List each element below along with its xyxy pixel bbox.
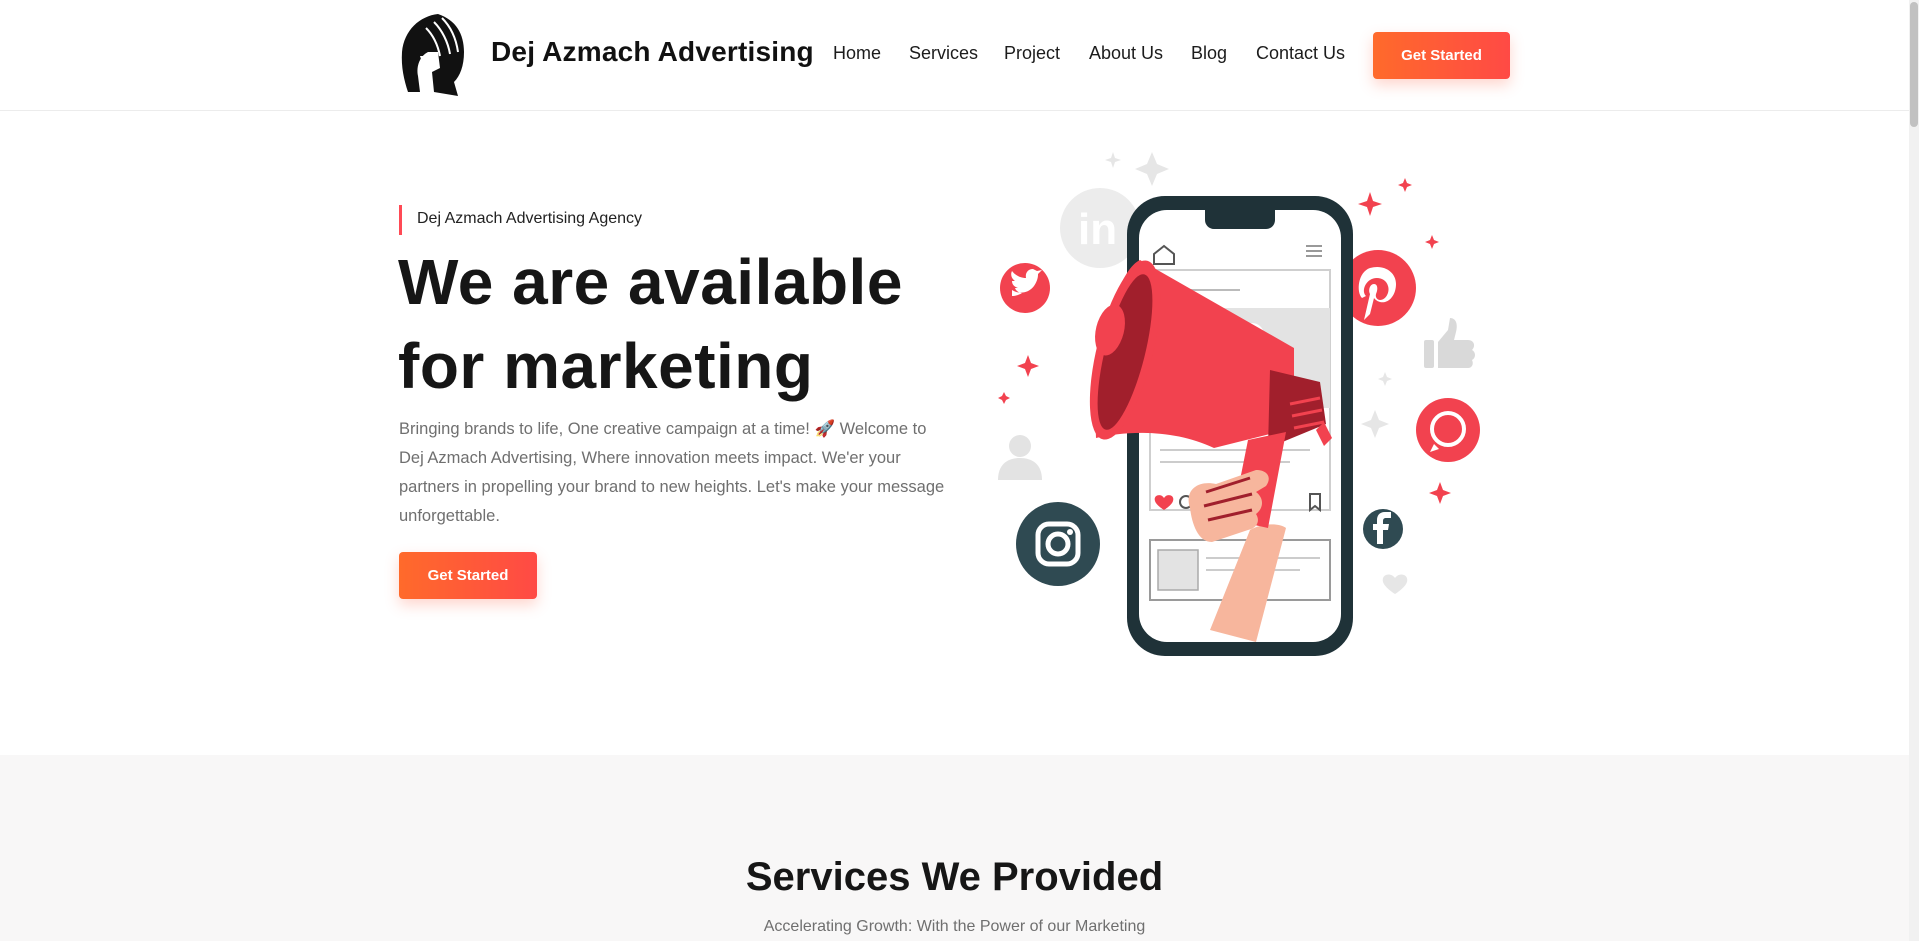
hero-get-started-button[interactable]: Get Started bbox=[399, 552, 537, 599]
heart-icon bbox=[1382, 574, 1408, 594]
sparkle-icon bbox=[998, 392, 1010, 404]
hero-description: Bringing brands to life, One creative ca… bbox=[399, 420, 945, 525]
thumbs-up-icon bbox=[1424, 318, 1475, 368]
scrollbar-thumb[interactable] bbox=[1910, 2, 1918, 127]
nav-home[interactable]: Home bbox=[833, 43, 881, 64]
sparkle-icon bbox=[1135, 152, 1169, 186]
site-header: Dej Azmach Advertising Home Services Pro… bbox=[0, 0, 1919, 111]
services-section: Services We Provided Accelerating Growth… bbox=[0, 755, 1909, 941]
whatsapp-icon bbox=[1416, 398, 1480, 462]
hero-title-line-1: We are available bbox=[398, 246, 903, 318]
sparkle-icon bbox=[1398, 178, 1412, 192]
nav-about-us[interactable]: About Us bbox=[1089, 43, 1163, 64]
services-title: Services We Provided bbox=[745, 855, 1164, 899]
hero-title: We are available for marketing bbox=[398, 240, 958, 408]
sparkle-icon bbox=[1425, 235, 1439, 249]
sparkle-icon bbox=[1358, 192, 1382, 216]
hero-title-line-2: for marketing bbox=[398, 330, 814, 402]
nav-blog[interactable]: Blog bbox=[1191, 43, 1227, 64]
megaphone-phone-social-media-icon: in bbox=[998, 152, 1480, 656]
svg-text:in: in bbox=[1078, 205, 1117, 254]
brand-name[interactable]: Dej Azmach Advertising bbox=[491, 36, 814, 68]
nav-contact-us[interactable]: Contact Us bbox=[1256, 43, 1345, 64]
spartan-helmet-icon[interactable] bbox=[398, 12, 466, 96]
instagram-icon bbox=[1016, 502, 1100, 586]
nav-project[interactable]: Project bbox=[1004, 43, 1060, 64]
nav-services[interactable]: Services bbox=[909, 43, 978, 64]
sparkle-icon bbox=[1378, 372, 1392, 386]
sparkle-icon bbox=[1017, 355, 1039, 377]
header-get-started-button[interactable]: Get Started bbox=[1373, 32, 1510, 79]
services-subtitle: Accelerating Growth: With the Power of o… bbox=[763, 918, 1146, 935]
sparkle-icon bbox=[1105, 152, 1121, 168]
sparkle-icon bbox=[1429, 482, 1451, 504]
user-icon bbox=[998, 435, 1042, 480]
sparkle-icon bbox=[1361, 410, 1389, 438]
vertical-scrollbar[interactable] bbox=[1909, 0, 1919, 941]
hero-eyebrow: Dej Azmach Advertising Agency bbox=[399, 205, 642, 235]
